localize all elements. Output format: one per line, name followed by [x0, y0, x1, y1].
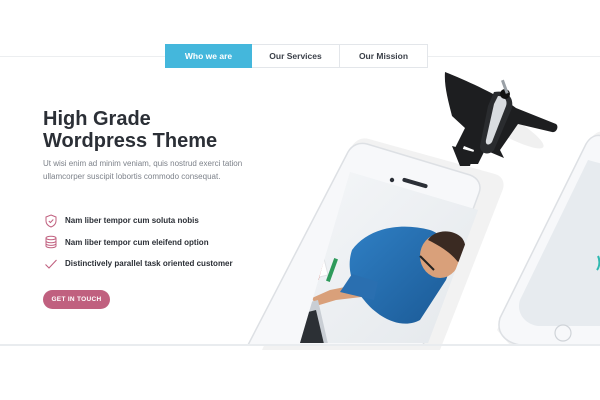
toy-airplane [444, 72, 558, 166]
get-in-touch-button[interactable]: GET IN TOUCH [43, 290, 110, 309]
checkmark-icon [43, 256, 59, 272]
phone-mockup [246, 138, 504, 350]
feature-item: Nam liber tempor cum soluta nobis [43, 210, 233, 232]
section-divider [0, 344, 600, 346]
feature-text: Nam liber tempor cum soluta nobis [65, 216, 199, 226]
feature-list: Nam liber tempor cum soluta nobis Nam li… [43, 210, 233, 275]
hero-description: Ut wisi enim ad minim veniam, quis nostr… [43, 159, 243, 181]
feature-text: Nam liber tempor cum eleifend option [65, 237, 209, 247]
tab-our-mission[interactable]: Our Mission [340, 44, 428, 68]
shield-icon [43, 213, 59, 229]
tab-who-we-are[interactable]: Who we are [165, 44, 252, 68]
hero-title-line-2: Wordpress Theme [43, 130, 218, 152]
database-icon [43, 234, 59, 250]
phone-mockup [497, 131, 600, 346]
hero-title: High Grade Wordpress Theme [43, 108, 243, 152]
feature-text: Distinctively parallel task oriented cus… [65, 259, 233, 269]
feature-item: Distinctively parallel task oriented cus… [43, 253, 233, 275]
feature-item: Nam liber tempor cum eleifend option [43, 232, 233, 254]
tab-our-services[interactable]: Our Services [252, 44, 340, 68]
tab-bar: Who we are Our Services Our Mission [165, 44, 428, 68]
hero-title-line-1: High Grade [43, 108, 151, 130]
